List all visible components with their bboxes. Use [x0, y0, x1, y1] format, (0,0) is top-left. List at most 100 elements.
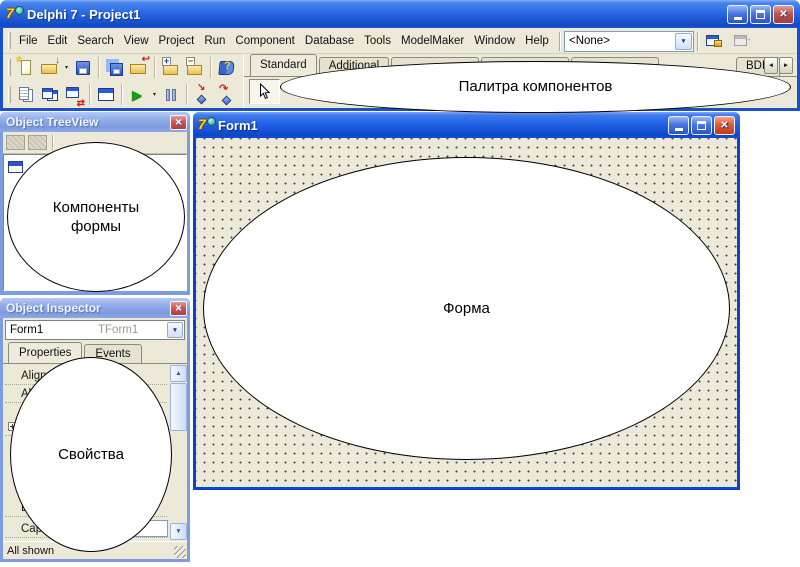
form-title-bar[interactable]: 7 Form1 ✕: [193, 112, 740, 138]
add-file-to-project-button[interactable]: [159, 56, 183, 80]
menu-view[interactable]: View: [119, 31, 154, 51]
annotation-form: Форма: [203, 157, 730, 460]
view-unit-button[interactable]: [14, 83, 38, 107]
inspector-scrollbar: ▲ ▼: [170, 365, 187, 541]
menubar-gripper[interactable]: [8, 32, 11, 49]
menu-component[interactable]: Component: [230, 31, 299, 51]
save-desktop-button[interactable]: [702, 29, 726, 53]
menu-file[interactable]: File: [14, 31, 43, 51]
separator: [559, 32, 561, 51]
toggle-form-unit-button[interactable]: [62, 83, 86, 107]
annotation-text: Свойства: [58, 445, 124, 465]
open-project-button[interactable]: [127, 56, 151, 80]
treeview-new-item-icon[interactable]: [6, 135, 25, 150]
standard-toolbars: ▾ ▾: [3, 54, 243, 108]
palette-scroll-buttons: ◄ ►: [764, 57, 793, 74]
view-form-icon: [40, 85, 60, 105]
treeview-close-button[interactable]: ✕: [170, 115, 187, 130]
save-desktop-icon: [704, 31, 724, 51]
toolbar-gripper[interactable]: [8, 59, 11, 76]
help-button[interactable]: [215, 56, 239, 80]
scrollbar-thumb[interactable]: [170, 383, 187, 431]
close-icon: ✕: [720, 120, 728, 131]
annotation-palette: Палитра компонентов: [280, 61, 791, 113]
pause-icon: [161, 85, 181, 105]
pointer-tool-button[interactable]: [249, 79, 280, 104]
menu-items: File Edit Search View Project Run Compon…: [14, 31, 554, 51]
close-button[interactable]: ✕: [773, 5, 794, 24]
main-window-controls: ✕: [727, 5, 794, 24]
inspector-title-bar[interactable]: Object Inspector ✕: [0, 298, 190, 318]
remove-file-from-project-button[interactable]: [183, 56, 207, 80]
annotation-text: Компоненты формы: [40, 198, 152, 237]
view-form-button[interactable]: [38, 83, 62, 107]
new-form-button[interactable]: [94, 83, 118, 107]
form-close-button[interactable]: ✕: [714, 116, 735, 135]
treeview-title: Object TreeView: [6, 115, 99, 129]
pause-button[interactable]: [159, 83, 183, 107]
close-icon: ✕: [175, 117, 183, 128]
menu-run[interactable]: Run: [199, 31, 230, 51]
form-node-icon[interactable]: [8, 161, 23, 173]
toolbar-separator: [89, 84, 91, 105]
step-over-button[interactable]: [215, 83, 239, 107]
run-dropdown-arrow[interactable]: ▾: [150, 83, 159, 107]
step-over-icon: [217, 85, 237, 105]
menu-database[interactable]: Database: [300, 31, 359, 51]
form-window-controls: ✕: [668, 116, 735, 135]
open-icon: [40, 58, 60, 78]
add-file-icon: [161, 58, 181, 78]
maximize-button[interactable]: [750, 5, 771, 24]
desktop-combo-value: <None>: [569, 35, 610, 47]
toolbar-separator: [186, 84, 188, 105]
run-icon: [128, 85, 148, 105]
main-title-bar[interactable]: 7 Delphi 7 - Project1 ✕: [0, 0, 800, 28]
treeview-title-bar[interactable]: Object TreeView ✕: [0, 112, 190, 132]
minimize-button[interactable]: [727, 5, 748, 24]
scroll-down-icon[interactable]: ▼: [170, 523, 187, 540]
desktop-toolbar: <None> ▼: [559, 29, 753, 53]
save-all-button[interactable]: [103, 56, 127, 80]
inspector-title: Object Inspector: [6, 301, 101, 315]
toolbar-row-2: ▾: [3, 81, 243, 108]
desktop-combo[interactable]: <None> ▼: [564, 31, 694, 52]
minimize-icon: [734, 17, 742, 20]
menu-project[interactable]: Project: [154, 31, 200, 51]
resize-grip[interactable]: [174, 546, 186, 558]
object-combo-dropdown-icon[interactable]: ▼: [167, 322, 183, 338]
menu-edit[interactable]: Edit: [43, 31, 73, 51]
palette-scroll-left-icon[interactable]: ◄: [764, 57, 778, 74]
selected-object-type: TForm1: [98, 324, 138, 336]
annotation-text: Палитра компонентов: [459, 77, 613, 97]
scroll-up-icon[interactable]: ▲: [170, 365, 187, 382]
separator: [697, 32, 699, 51]
form-minimize-button[interactable]: [668, 116, 689, 135]
menu-search[interactable]: Search: [72, 31, 118, 51]
palette-tab-standard[interactable]: Standard: [250, 54, 317, 76]
maximize-icon: [756, 10, 765, 19]
run-button[interactable]: [126, 83, 150, 107]
save-icon: [73, 58, 93, 78]
toolbar-gripper[interactable]: [8, 86, 11, 103]
menu-modelmaker[interactable]: ModelMaker: [396, 31, 469, 51]
new-items-button[interactable]: [14, 56, 38, 80]
trace-into-button[interactable]: [191, 83, 215, 107]
open-dropdown-arrow[interactable]: ▾: [62, 56, 71, 80]
view-unit-icon: [16, 85, 36, 105]
inspector-close-button[interactable]: ✕: [170, 301, 187, 316]
open-button[interactable]: [38, 56, 62, 80]
set-debug-desktop-button[interactable]: [729, 29, 753, 53]
menu-tools[interactable]: Tools: [359, 31, 396, 51]
treeview-delete-item-icon[interactable]: [28, 135, 47, 150]
desktop-combo-dropdown-icon[interactable]: ▼: [675, 33, 692, 50]
object-selector-combo[interactable]: Form1 TForm1 ▼: [5, 320, 185, 340]
menu-help[interactable]: Help: [520, 31, 554, 51]
selected-object-name: Form1: [10, 324, 43, 336]
open-project-icon: [129, 58, 149, 78]
remove-file-icon: [185, 58, 205, 78]
save-button[interactable]: [71, 56, 95, 80]
toolbar-separator: [98, 57, 100, 78]
menu-window[interactable]: Window: [469, 31, 520, 51]
form-maximize-button[interactable]: [691, 116, 712, 135]
palette-scroll-right-icon[interactable]: ►: [779, 57, 793, 74]
